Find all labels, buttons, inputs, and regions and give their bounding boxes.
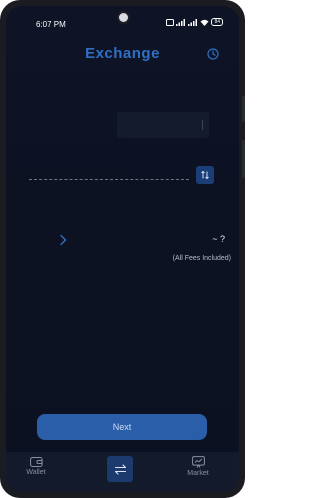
page-title: Exchange xyxy=(85,45,160,62)
volume-button xyxy=(242,96,245,122)
next-button[interactable]: Next xyxy=(37,414,207,440)
chart-icon xyxy=(191,456,205,468)
nav-item-market[interactable]: Market xyxy=(178,456,218,477)
signal-icon-2 xyxy=(188,18,198,26)
nav-label-wallet: Wallet xyxy=(26,469,46,476)
status-time: 6:07 PM xyxy=(36,20,66,29)
fees-note: (All Fees Included) xyxy=(172,255,231,262)
power-button xyxy=(242,140,245,178)
wifi-icon xyxy=(200,19,209,26)
nav-label-market: Market xyxy=(187,470,209,477)
battery-icon: 84 xyxy=(211,18,223,26)
nfc-icon xyxy=(166,18,175,26)
amount-input[interactable] xyxy=(117,112,209,138)
nav-item-exchange[interactable] xyxy=(107,456,133,482)
signal-icon xyxy=(176,18,186,26)
app-screen: 6:07 PM 84 Exchange ~ ? (All Fees Includ… xyxy=(6,6,239,492)
phone-frame: 6:07 PM 84 Exchange ~ ? (All Fees Includ… xyxy=(0,0,245,498)
swap-horizontal-icon xyxy=(114,463,126,475)
divider xyxy=(29,179,189,180)
estimate-value: ~ ? xyxy=(212,234,225,244)
swap-button[interactable] xyxy=(196,166,214,184)
camera-icon xyxy=(117,11,130,24)
input-caret xyxy=(202,120,203,130)
nav-item-wallet[interactable]: Wallet xyxy=(16,456,56,476)
wallet-icon xyxy=(29,457,43,467)
status-icons: 84 xyxy=(166,18,223,26)
swap-vertical-icon xyxy=(201,170,209,180)
chevron-right-icon[interactable] xyxy=(58,234,68,246)
clock-icon[interactable] xyxy=(207,48,219,60)
